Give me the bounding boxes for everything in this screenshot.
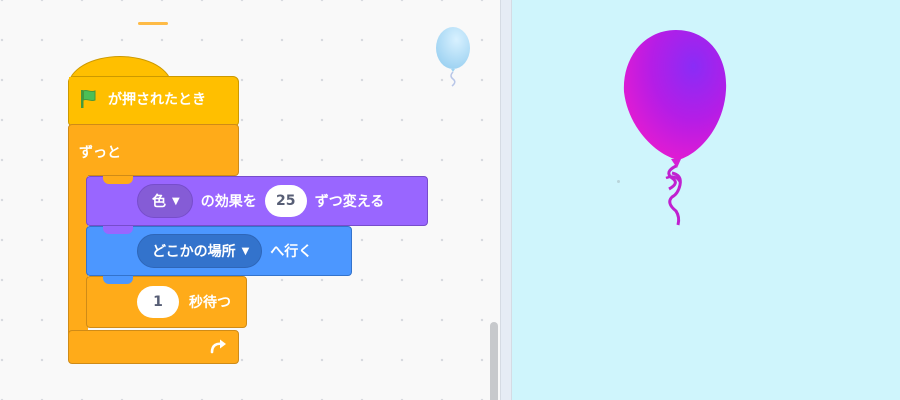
- balloon-sprite[interactable]: [620, 28, 732, 230]
- block-notch: [103, 176, 133, 184]
- wait-block[interactable]: 1 秒待つ: [86, 276, 247, 328]
- effect-dropdown-value: 色: [152, 194, 166, 210]
- workspace-scrollbar[interactable]: [490, 322, 498, 400]
- when-flag-clicked-label: が押されたとき: [108, 92, 206, 108]
- change-effect-block[interactable]: 色 ▼ の効果を 25 ずつ変える: [86, 176, 428, 226]
- when-flag-clicked-content: が押されたとき: [78, 88, 206, 110]
- panel-divider: [500, 0, 512, 400]
- go-to-suffix: へ行く: [270, 244, 313, 260]
- effect-dropdown[interactable]: 色 ▼: [137, 184, 193, 218]
- forever-label: ずっと: [79, 145, 121, 161]
- code-workspace[interactable]: が押されたとき ずっと 色 ▼ の効果を 25 ずつ変える どこかの場所 ▼ へ…: [0, 0, 500, 400]
- effect-amount-input[interactable]: 25: [264, 185, 307, 217]
- wait-seconds-input[interactable]: 1: [137, 286, 179, 318]
- block-notch: [103, 276, 133, 284]
- wait-suffix: 秒待つ: [189, 295, 231, 311]
- chevron-down-icon: ▼: [241, 245, 250, 257]
- chevron-down-icon: ▼: [172, 195, 180, 207]
- change-effect-suffix: ずつ変える: [314, 194, 385, 210]
- change-effect-text: の効果を: [200, 194, 257, 210]
- green-flag-icon: [81, 89, 96, 108]
- rotate-arrow-icon: [210, 339, 226, 354]
- stage[interactable]: [512, 0, 900, 400]
- forever-block-arm: [68, 170, 88, 336]
- go-to-target-dropdown[interactable]: どこかの場所 ▼: [137, 234, 263, 268]
- forever-block[interactable]: ずっと: [68, 124, 239, 176]
- go-to-target-value: どこかの場所: [152, 244, 236, 260]
- block-notch: [103, 226, 133, 234]
- go-to-block[interactable]: どこかの場所 ▼ へ行く: [86, 226, 352, 276]
- balloon-icon[interactable]: [434, 26, 472, 92]
- partial-block-edge[interactable]: [138, 22, 168, 25]
